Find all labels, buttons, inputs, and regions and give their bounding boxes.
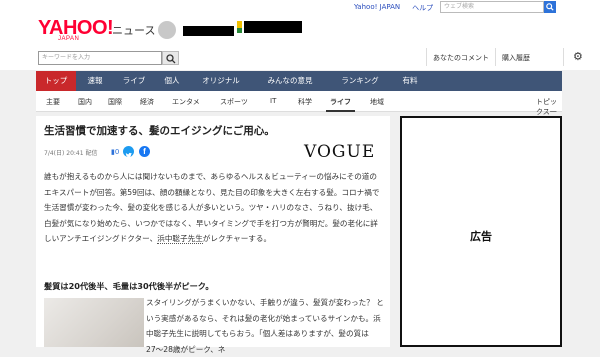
category-live[interactable]: ライブ [114, 71, 154, 91]
article-body-2: スタイリングがうまくいかない、手触りが違う、髪質が変わった？ という実感があるな… [146, 298, 384, 354]
subnav-economy[interactable]: 経済 [140, 97, 154, 107]
article-body: 誰もが抱えるものから人には聞けないものまで、あらゆるヘルス＆ビューティーの悩みに… [44, 169, 382, 247]
ad-label: 広告 [470, 230, 492, 243]
web-search-button[interactable] [544, 1, 556, 13]
subnav-sports[interactable]: スポーツ [220, 97, 248, 107]
category-nav: トップ 速報 ライブ 個人 オリジナル みんなの意見 ランキング 有料 [36, 71, 562, 91]
subnav-it[interactable]: IT [270, 97, 276, 105]
article-title: 生活習慣で加速する、髪のエイジングにご用心。 [44, 125, 275, 137]
article-body-text-end: がレクチャーする。 [202, 234, 272, 244]
divider [563, 48, 564, 66]
search-bar: キーワードを入力 あなたのコメント 購入履歴 ⚙ [0, 46, 600, 70]
keyword-search-input[interactable]: キーワードを入力 [38, 51, 162, 65]
facebook-icon[interactable]: f [139, 146, 150, 157]
category-paid[interactable]: 有料 [392, 71, 428, 91]
top-links: Yahoo! JAPAN ヘルプ [354, 3, 433, 13]
author-link[interactable]: 浜中聡子先生 [157, 234, 203, 245]
category-original[interactable]: オリジナル [190, 71, 252, 91]
yahoo-japan-link[interactable]: Yahoo! JAPAN [354, 3, 400, 13]
active-tab-indicator [326, 110, 355, 112]
article-date: 7/4(日) 20:41 配信 [44, 150, 98, 157]
search-icon [546, 3, 554, 11]
badge-icon [237, 21, 242, 28]
web-search-input[interactable]: ウェブ検索 [440, 1, 544, 13]
yahoo-logo[interactable]: YAHOO! [38, 18, 114, 38]
subnav-life[interactable]: ライフ [330, 97, 351, 107]
subnav-main[interactable]: 主要 [46, 97, 60, 107]
comment-count[interactable]: ▮0 [111, 148, 119, 156]
twitter-bird-icon [125, 152, 132, 158]
subnav-science[interactable]: 科学 [298, 97, 312, 107]
category-ranking[interactable]: ランキング [328, 71, 392, 91]
article-body-text: 誰もが抱えるものから人には聞けないものまで、あらゆるヘルス＆ビューティーの悩みに… [44, 172, 380, 244]
service-name[interactable]: ニュース [112, 22, 155, 38]
purchase-history-link[interactable]: 購入履歴 [502, 53, 530, 63]
redacted-user-info [244, 21, 302, 33]
top-header: YAHOO! JAPAN ニュース Yahoo! JAPAN ヘルプ ウェブ検索 [0, 0, 600, 46]
category-individual[interactable]: 個人 [154, 71, 190, 91]
article-subheading: 髪質は20代後半、毛量は30代後半がピーク。 [44, 281, 214, 291]
divider [495, 48, 496, 66]
subnav-region[interactable]: 地域 [370, 97, 384, 107]
redacted-username [183, 26, 234, 36]
help-link[interactable]: ヘルプ [412, 3, 433, 13]
article: 生活習慣で加速する、髪のエイジングにご用心。 7/4(日) 20:41 配信 ▮… [36, 116, 390, 354]
twitter-icon[interactable] [123, 146, 134, 158]
comment-count-value: 0 [114, 148, 120, 156]
category-breaking[interactable]: 速報 [76, 71, 114, 91]
ad-slot[interactable]: 広告 [400, 116, 562, 347]
gear-icon[interactable]: ⚙ [573, 51, 583, 63]
your-comments-link[interactable]: あなたのコメント [433, 53, 489, 63]
search-icon [166, 54, 176, 64]
subcategory-nav: 主要 国内 国際 経済 エンタメ スポーツ IT 科学 ライフ 地域 トピックス… [36, 91, 562, 126]
yahoo-logo-sub: JAPAN [58, 36, 80, 42]
keyword-search-button[interactable] [162, 51, 179, 65]
badge-icon-lower [237, 28, 242, 33]
category-opinions[interactable]: みんなの意見 [252, 71, 328, 91]
subnav-domestic[interactable]: 国内 [78, 97, 92, 107]
category-top[interactable]: トップ [36, 71, 76, 91]
divider [426, 48, 427, 66]
subnav-entertainment[interactable]: エンタメ [172, 97, 200, 107]
source-logo[interactable]: VOGUE [304, 142, 375, 162]
avatar[interactable] [158, 21, 176, 39]
article-image[interactable] [44, 298, 144, 347]
subnav-international[interactable]: 国際 [108, 97, 122, 107]
